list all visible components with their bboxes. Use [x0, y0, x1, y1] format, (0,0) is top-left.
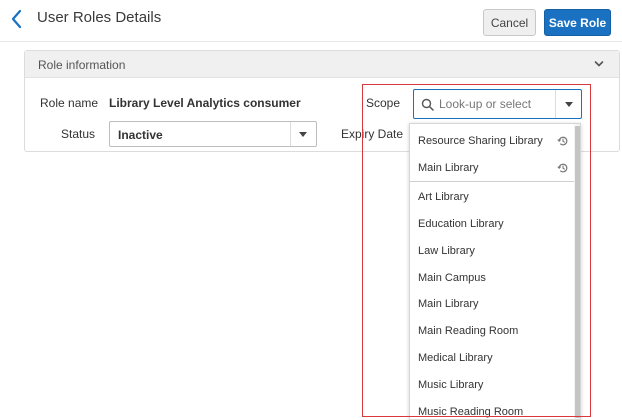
save-role-button[interactable]: Save Role [544, 9, 611, 36]
dropdown-recent-item[interactable]: Main Library [410, 154, 574, 181]
dropdown-item[interactable]: Main Library [410, 290, 574, 317]
history-icon [557, 136, 568, 146]
search-icon [421, 98, 434, 111]
dropdown-item[interactable]: Main Reading Room [410, 317, 574, 344]
page-header: User Roles Details Cancel Save Role [0, 0, 622, 42]
dropdown-item[interactable]: Law Library [410, 237, 574, 264]
panel-title: Role information [38, 58, 126, 72]
role-name-label: Role name [40, 96, 99, 110]
scope-input[interactable]: Look-up or select [413, 89, 582, 119]
dropdown-item[interactable]: Medical Library [410, 344, 574, 371]
status-label: Status [61, 127, 96, 141]
cancel-button[interactable]: Cancel [483, 9, 536, 36]
dropdown-item[interactable]: Main Campus [410, 264, 574, 291]
caret-down-icon [299, 132, 307, 137]
dropdown-item[interactable]: Music Library [410, 371, 574, 398]
back-button[interactable] [8, 8, 28, 30]
chevron-down-icon[interactable] [593, 58, 605, 70]
page-title: User Roles Details [37, 9, 162, 26]
scope-dropdown-list: Resource Sharing Library Main Library Ar… [409, 123, 581, 420]
status-value: Inactive [118, 128, 163, 142]
status-select[interactable]: Inactive [109, 121, 317, 147]
scope-placeholder: Look-up or select [439, 97, 532, 111]
dropdown-scrollbar-thumb[interactable] [575, 126, 580, 418]
scope-label: Scope [366, 96, 401, 110]
dropdown-item[interactable]: Education Library [410, 210, 574, 237]
role-name-value: Library Level Analytics consumer [109, 96, 301, 110]
caret-down-icon[interactable] [565, 102, 573, 107]
history-icon [557, 163, 568, 173]
dropdown-item[interactable]: Music Reading Room [410, 398, 574, 419]
user-roles-details-page: User Roles Details Cancel Save Role Role… [0, 0, 622, 420]
dropdown-separator [410, 181, 574, 182]
dropdown-item[interactable]: Art Library [410, 183, 574, 210]
expiry-date-label: Expiry Date [341, 127, 404, 141]
dropdown-recent-item[interactable]: Resource Sharing Library [410, 127, 574, 154]
panel-header[interactable]: Role information [25, 51, 619, 78]
chevron-left-icon [11, 9, 22, 29]
